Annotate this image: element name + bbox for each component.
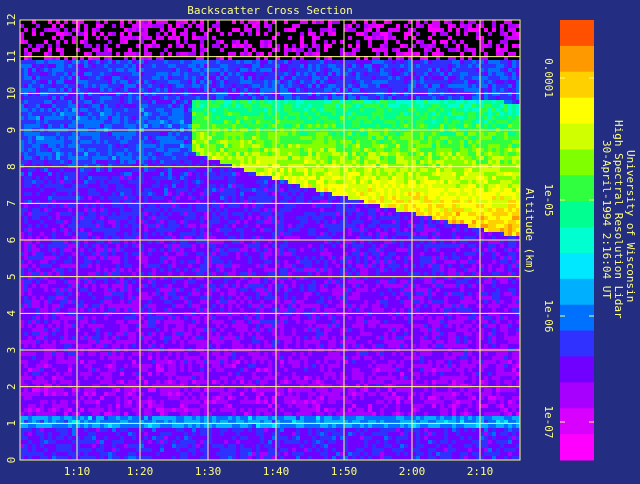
- x-tick-label: 2:10: [467, 465, 494, 478]
- colorbar-swatch: [560, 201, 594, 227]
- x-tick-label: 1:30: [195, 465, 222, 478]
- colorbar-swatch: [560, 408, 594, 434]
- y-tick-label: 9: [5, 127, 18, 134]
- x-tick-label: 1:10: [64, 465, 91, 478]
- y-tick-label: 10: [5, 87, 18, 100]
- y-tick-label: 0: [5, 457, 18, 464]
- colorbar-swatch: [560, 434, 594, 460]
- colorbar-swatch: [560, 279, 594, 305]
- colorbar-swatch: [560, 98, 594, 124]
- y-tick-label: 1: [5, 420, 18, 427]
- y-tick-label: 3: [5, 347, 18, 354]
- chart-title: Backscatter Cross Section: [187, 4, 353, 17]
- x-tick-label: 1:20: [127, 465, 154, 478]
- y-tick-label: 4: [5, 310, 18, 317]
- x-tick-label: 1:40: [263, 465, 290, 478]
- lidar-plot: 01234567891011121:101:201:301:401:502:00…: [0, 0, 640, 480]
- colorbar-swatch: [560, 175, 594, 201]
- y-tick-label: 8: [5, 163, 18, 170]
- x-tick-label: 2:00: [399, 465, 426, 478]
- colorbar-swatch: [560, 227, 594, 253]
- colorbar: [560, 20, 594, 461]
- y-tick-label: 11: [5, 50, 18, 63]
- timestamp-label: 30-April-1994 2:16:04 UT: [600, 140, 613, 299]
- colorbar-swatch: [560, 253, 594, 279]
- colorbar-swatch: [560, 331, 594, 357]
- y-axis-label: Altitude (km): [523, 188, 536, 274]
- colorbar-swatch: [560, 305, 594, 331]
- colorbar-swatch: [560, 149, 594, 175]
- colorbar-swatch: [560, 20, 594, 46]
- colorbar-tick-label: 1e-07: [542, 405, 555, 438]
- y-tick-label: 2: [5, 383, 18, 390]
- colorbar-swatch: [560, 72, 594, 98]
- colorbar-tick-label: 0.0001: [542, 58, 555, 98]
- y-tick-label: 5: [5, 273, 18, 280]
- colorbar-swatch: [560, 46, 594, 72]
- y-tick-label: 6: [5, 237, 18, 244]
- colorbar-swatch: [560, 124, 594, 150]
- colorbar-tick-label: 1e-06: [542, 299, 555, 332]
- y-tick-label: 12: [5, 13, 18, 26]
- x-tick-label: 1:50: [331, 465, 358, 478]
- y-tick-label: 7: [5, 200, 18, 207]
- colorbar-tick-label: 1e-05: [542, 183, 555, 216]
- colorbar-swatch: [560, 382, 594, 408]
- colorbar-swatch: [560, 356, 594, 382]
- backscatter-chart: 01234567891011121:101:201:301:401:502:00…: [0, 0, 640, 480]
